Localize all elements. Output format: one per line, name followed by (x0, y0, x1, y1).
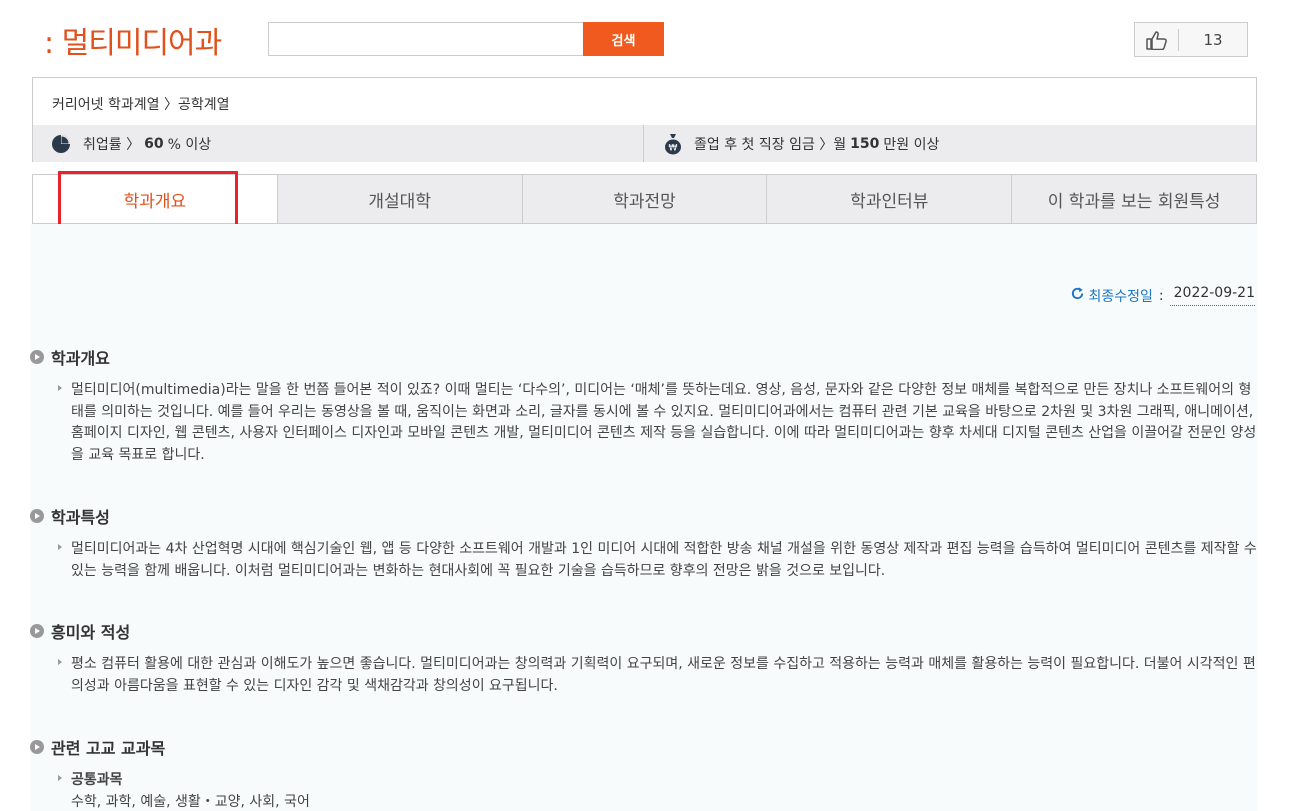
like-count: 13 (1203, 30, 1223, 49)
pie-chart-icon (51, 134, 71, 154)
like-button[interactable]: 13 (1134, 22, 1248, 57)
employment-value: 60 (144, 135, 164, 152)
tab-interview[interactable]: 학과인터뷰 (766, 175, 1012, 223)
thumbs-up-icon (1135, 28, 1179, 51)
major-info-box: 커리어넷 학과계열 〉공학계열 취업률 〉 60 % 이상 ₩ 졸업 후 첫 직… (32, 77, 1257, 162)
salary-value: 150 (850, 135, 880, 152)
last-updated-separator: : (1158, 287, 1164, 304)
major-tabs: 학과개요 개설대학 학과전망 학과인터뷰 이 학과를 보는 회원특성 (32, 174, 1257, 224)
section-interest-aptitude: 흥미와 적성 평소 컴퓨터 활용에 대한 관심과 이해도가 높으면 좋습니다. … (30, 619, 1257, 697)
first-salary: ₩ 졸업 후 첫 직장 임금 〉월 150 만원 이상 (644, 125, 939, 162)
circle-arrow-icon (30, 740, 44, 754)
section-body: 멀티미디어(multimedia)라는 말을 한 번쯤 들어본 적이 있죠? 이… (30, 380, 1257, 466)
circle-arrow-icon (30, 350, 44, 364)
last-updated-label: 최종수정일 (1088, 288, 1153, 305)
salary-unit: 만원 이상 (883, 136, 940, 153)
tab-outlook[interactable]: 학과전망 (521, 175, 767, 223)
circle-arrow-icon (30, 624, 44, 638)
breadcrumb: 커리어넷 학과계열 〉공학계열 (52, 97, 230, 113)
last-updated-date: 2022-09-21 (1169, 285, 1255, 306)
employment-unit: % 이상 (167, 136, 212, 153)
section-body: 멀티미디어과는 4차 산업혁명 시대에 핵심기술인 웹, 앱 등 다양한 소프트… (30, 539, 1257, 582)
subject-list: 수학, 과학, 예술, 생활・교양, 사회, 국어 (71, 793, 310, 810)
last-updated: 최종수정일 : 2022-09-21 (1070, 285, 1255, 306)
section-characteristics: 학과특성 멀티미디어과는 4차 산업혁명 시대에 핵심기술인 웹, 앱 등 다양… (30, 504, 1257, 582)
section-overview: 학과개요 멀티미디어(multimedia)라는 말을 한 번쯤 들어본 적이 … (30, 345, 1257, 466)
page-title: : 멀티미디어과 (44, 26, 222, 61)
svg-text:₩: ₩ (669, 143, 678, 153)
salary-label: 졸업 후 첫 직장 임금 〉월 (694, 136, 847, 153)
section-title: 학과특성 (51, 508, 110, 527)
tab-universities[interactable]: 개설대학 (276, 175, 522, 223)
search-input[interactable] (268, 22, 584, 56)
section-title: 학과개요 (51, 349, 110, 368)
money-bag-icon: ₩ (664, 133, 682, 155)
search-button[interactable]: 검색 (583, 22, 664, 56)
section-title: 흥미와 적성 (51, 623, 131, 642)
tab-overview[interactable]: 학과개요 (33, 175, 277, 223)
employment-label: 취업률 〉 (83, 136, 141, 153)
subject-group-title: 공통과목 (71, 772, 123, 788)
refresh-icon (1070, 286, 1085, 305)
tab-member-traits[interactable]: 이 학과를 보는 회원특성 (1011, 175, 1256, 223)
circle-arrow-icon (30, 509, 44, 523)
major-stats: 취업률 〉 60 % 이상 ₩ 졸업 후 첫 직장 임금 〉월 150 만원 이… (33, 125, 1256, 162)
section-related-subjects: 관련 고교 교과목 공통과목 수학, 과학, 예술, 생활・교양, 사회, 국어 (30, 735, 1257, 811)
content-area: 최종수정일 : 2022-09-21 학과개요 멀티미디어(multimedia… (30, 224, 1257, 811)
section-title: 관련 고교 교과목 (51, 739, 166, 758)
section-body: 평소 컴퓨터 활용에 대한 관심과 이해도가 높으면 좋습니다. 멀티미디어과는… (30, 654, 1257, 697)
employment-rate: 취업률 〉 60 % 이상 (33, 125, 644, 162)
